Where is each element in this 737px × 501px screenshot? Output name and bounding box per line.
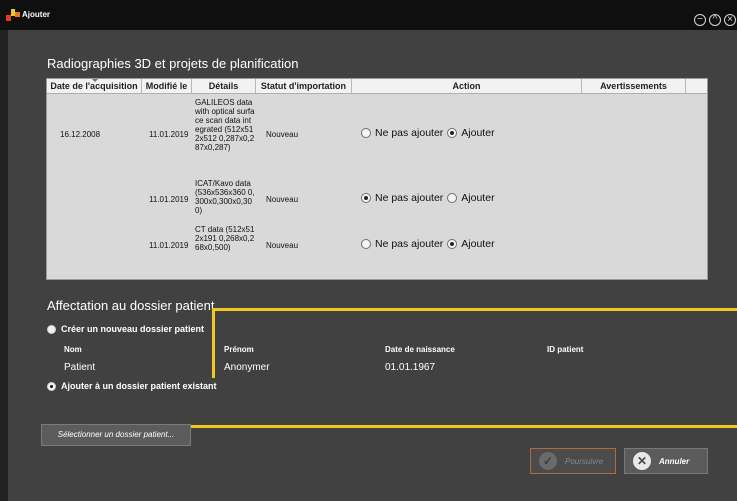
radio-add[interactable] xyxy=(447,193,458,203)
check-icon: ✓ xyxy=(539,452,557,470)
cancel-button[interactable]: ✕ Annuler xyxy=(624,448,708,474)
col-header-details[interactable]: Détails xyxy=(192,79,256,93)
cancel-button-label: Annuler xyxy=(659,456,690,466)
cell-modified: 11.01.2019 xyxy=(149,130,189,139)
cell-status: Nouveau xyxy=(266,241,299,250)
continue-button-label: Poursuivre xyxy=(565,456,604,466)
app-logo-icon xyxy=(6,9,20,21)
option-new-patient[interactable]: Créer un nouveau dossier patient xyxy=(47,324,204,334)
radio-add[interactable] xyxy=(447,128,458,138)
value-firstname: Anonymer xyxy=(224,362,270,373)
cell-status: Nouveau xyxy=(266,195,299,204)
table-header: Date de l'acquisition Modifié le Détails… xyxy=(47,79,707,94)
import-table: Date de l'acquisition Modifié le Détails… xyxy=(46,78,708,280)
radio-add[interactable] xyxy=(447,239,458,249)
radio-add-label[interactable]: Ajouter xyxy=(461,238,494,250)
cell-modified: 11.01.2019 xyxy=(149,195,189,204)
section-title-patient: Affectation au dossier patient xyxy=(47,298,215,313)
value-birthdate: 01.01.1967 xyxy=(385,362,436,373)
label-patient-id: ID patient xyxy=(547,345,584,354)
minimize-icon[interactable]: − xyxy=(694,14,706,26)
radio-new-patient[interactable] xyxy=(47,324,56,334)
radio-skip[interactable] xyxy=(361,193,371,203)
cell-modified: 11.01.2019 xyxy=(149,241,189,250)
cell-details: ICAT/Kavo data (536x536x360 0,300x0,300x… xyxy=(195,179,255,215)
action-radio-group: Ne pas ajouter Ajouter xyxy=(361,127,495,139)
radio-add-label[interactable]: Ajouter xyxy=(461,127,494,139)
cell-status: Nouveau xyxy=(266,130,299,139)
col-header-warnings[interactable]: Avertissements xyxy=(582,79,686,93)
table-row[interactable]: 11.01.2019 CT data (512x512x191 0,268x0,… xyxy=(47,224,707,270)
sort-indicator-icon xyxy=(92,79,98,82)
radio-add-label[interactable]: Ajouter xyxy=(461,192,494,204)
col-header-status[interactable]: Statut d'importation xyxy=(256,79,352,93)
value-name: Patient xyxy=(64,362,96,373)
close-icon[interactable]: × xyxy=(724,14,736,26)
highlight-line-left xyxy=(212,308,215,378)
action-radio-group: Ne pas ajouter Ajouter xyxy=(361,192,495,204)
cell-date: 16.12.2008 xyxy=(60,130,101,139)
option-existing-patient[interactable]: Ajouter à un dossier patient existant xyxy=(47,381,217,391)
maximize-icon[interactable]: ^ xyxy=(709,14,721,26)
label-birthdate: Date de naissance xyxy=(385,345,455,354)
radio-skip-label[interactable]: Ne pas ajouter xyxy=(375,238,443,250)
table-row[interactable]: 16.12.2008 11.01.2019 GALILEOS data with… xyxy=(47,96,707,178)
radio-existing-patient[interactable] xyxy=(47,381,56,391)
select-patient-button[interactable]: Sélectionner un dossier patient... xyxy=(41,424,191,446)
cell-details: GALILEOS data with optical surface scan … xyxy=(195,98,255,152)
action-radio-group: Ne pas ajouter Ajouter xyxy=(361,238,495,250)
radio-skip[interactable] xyxy=(361,128,371,138)
table-row[interactable]: 11.01.2019 ICAT/Kavo data (536x536x360 0… xyxy=(47,178,707,224)
continue-button[interactable]: ✓ Poursuivre xyxy=(530,448,616,474)
option-new-patient-label[interactable]: Créer un nouveau dossier patient xyxy=(61,324,204,334)
col-header-modified[interactable]: Modifié le xyxy=(142,79,192,93)
label-name: Nom xyxy=(64,345,82,354)
highlight-line-bottom xyxy=(191,425,737,428)
cancel-x-icon: ✕ xyxy=(633,452,651,470)
title-bar: Ajouter − ^ × xyxy=(0,0,737,30)
option-existing-patient-label[interactable]: Ajouter à un dossier patient existant xyxy=(61,381,217,391)
window-title: Ajouter xyxy=(22,10,50,19)
label-firstname: Prénom xyxy=(224,345,254,354)
highlight-line-top xyxy=(212,308,737,311)
radio-skip-label[interactable]: Ne pas ajouter xyxy=(375,127,443,139)
section-title-radiographs: Radiographies 3D et projets de planifica… xyxy=(47,56,299,71)
radio-skip-label[interactable]: Ne pas ajouter xyxy=(375,192,443,204)
radio-skip[interactable] xyxy=(361,239,371,249)
cell-details: CT data (512x512x191 0,268x0,268x0,500) xyxy=(195,225,255,252)
col-header-action[interactable]: Action xyxy=(352,79,582,93)
